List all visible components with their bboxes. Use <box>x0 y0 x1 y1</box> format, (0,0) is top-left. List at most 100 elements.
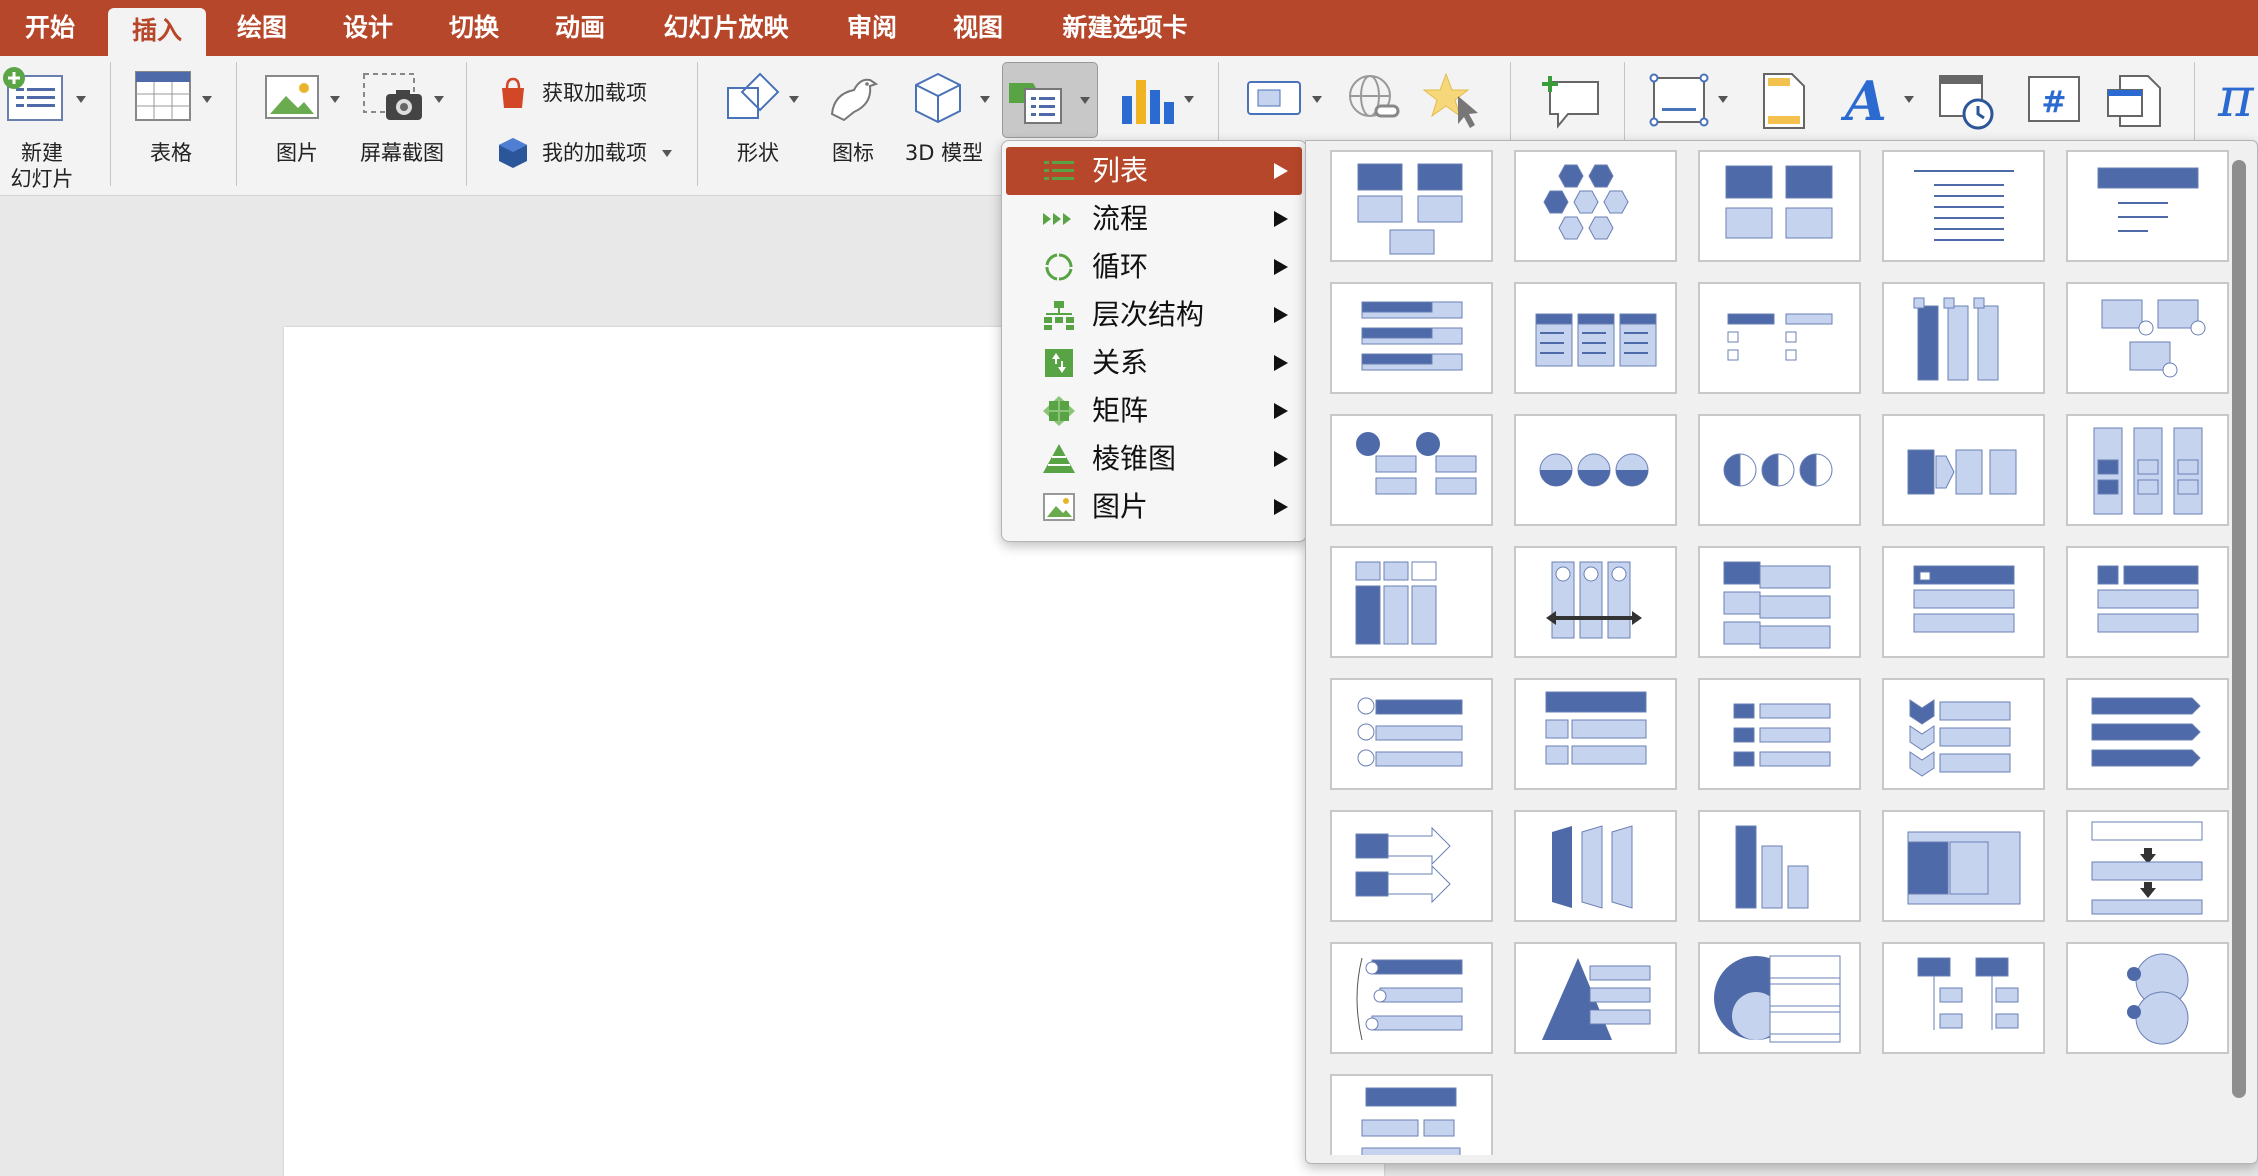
tab-home[interactable]: 开始 <box>0 0 100 56</box>
smartart-layout-preview <box>1356 957 1463 1041</box>
text-box-button[interactable] <box>1648 72 1710 128</box>
tab-animations[interactable]: 动画 <box>530 0 630 56</box>
text-box-dropdown-icon[interactable] <box>1718 96 1728 103</box>
smartart-layout-thumbnail[interactable] <box>1698 150 1861 262</box>
smartart-layout-thumbnail[interactable] <box>2066 546 2229 658</box>
smartart-layout-thumbnail[interactable] <box>1330 546 1493 658</box>
zoom-dropdown-icon[interactable] <box>1312 96 1322 103</box>
menu-item-hierarchy[interactable]: 层次结构 <box>1006 291 1302 339</box>
smartart-layout-thumbnail[interactable] <box>1882 546 2045 658</box>
smartart-layout-thumbnail[interactable] <box>1698 414 1861 526</box>
new-slide-button[interactable] <box>2 66 66 126</box>
object-button[interactable] <box>2104 72 2166 130</box>
menu-item-process[interactable]: 流程 <box>1006 195 1302 243</box>
pictures-dropdown-icon[interactable] <box>330 96 340 103</box>
menu-item-cycle[interactable]: 循环 <box>1006 243 1302 291</box>
chart-button[interactable] <box>1118 74 1178 126</box>
3d-model-button[interactable] <box>910 70 966 126</box>
icons-button[interactable] <box>824 70 880 126</box>
smartart-layout-thumbnail[interactable] <box>1698 810 1861 922</box>
smartart-layout-thumbnail[interactable] <box>1330 282 1493 394</box>
menu-item-matrix[interactable]: 矩阵 <box>1006 387 1302 435</box>
chart-dropdown-icon[interactable] <box>1184 96 1194 103</box>
smartart-layout-thumbnail[interactable] <box>1330 810 1493 922</box>
table-dropdown-icon[interactable] <box>202 96 212 103</box>
link-button[interactable] <box>1342 70 1406 130</box>
smartart-layout-thumbnail[interactable] <box>1330 150 1493 262</box>
new-slide-dropdown-icon[interactable] <box>76 96 86 103</box>
menu-item-label: 列表 <box>1092 154 1149 187</box>
smartart-layout-thumbnail[interactable] <box>1330 1074 1493 1155</box>
comment-button[interactable] <box>1534 70 1602 132</box>
smartart-layout-preview <box>2093 427 2203 515</box>
table-button[interactable] <box>134 70 192 122</box>
tab-draw[interactable]: 绘图 <box>214 0 310 56</box>
smartart-layout-thumbnail[interactable] <box>2066 414 2229 526</box>
gallery-scrollbar[interactable] <box>2232 160 2246 1098</box>
date-time-button[interactable] <box>1936 70 1996 132</box>
zoom-icon <box>1247 81 1301 115</box>
tab-new-tab[interactable]: 新建选项卡 <box>1040 0 1210 56</box>
menu-item-list[interactable]: 列表 <box>1006 147 1302 195</box>
smartart-layout-thumbnail[interactable] <box>1882 150 2045 262</box>
smartart-button[interactable] <box>1002 62 1098 138</box>
menu-item-picture[interactable]: 图片 <box>1006 483 1302 531</box>
menu-item-relationship[interactable]: 关系 <box>1006 339 1302 387</box>
equation-button[interactable]: π <box>2214 66 2258 129</box>
smartart-layout-thumbnail[interactable] <box>1514 414 1677 526</box>
header-footer-button[interactable] <box>1758 70 1810 132</box>
smartart-layout-thumbnail[interactable] <box>2066 810 2229 922</box>
gallery-scroll-area[interactable] <box>1330 150 2230 1155</box>
smartart-layout-thumbnail[interactable] <box>1514 678 1677 790</box>
smartart-layout-thumbnail[interactable] <box>2066 150 2229 262</box>
smartart-layout-thumbnail[interactable] <box>2066 942 2229 1054</box>
smartart-layout-thumbnail[interactable] <box>1882 942 2045 1054</box>
smartart-layout-thumbnail[interactable] <box>1514 150 1677 262</box>
smartart-layout-thumbnail[interactable] <box>1698 546 1861 658</box>
tab-review[interactable]: 审阅 <box>822 0 922 56</box>
smartart-layout-thumbnail[interactable] <box>1330 414 1493 526</box>
smartart-layout-thumbnail[interactable] <box>1698 282 1861 394</box>
tab-view[interactable]: 视图 <box>928 0 1028 56</box>
screenshot-dropdown-icon[interactable] <box>434 96 444 103</box>
process-icon <box>1043 213 1071 225</box>
tab-transitions[interactable]: 切换 <box>424 0 524 56</box>
smartart-layout-thumbnail[interactable] <box>1882 678 2045 790</box>
my-addins-dropdown-icon[interactable] <box>662 150 672 157</box>
smartart-dropdown-icon[interactable] <box>1080 97 1090 104</box>
3d-model-dropdown-icon[interactable] <box>980 96 990 103</box>
smartart-layout-preview <box>1542 958 1651 1040</box>
tab-insert[interactable]: 插入 <box>108 8 206 56</box>
my-addins-button[interactable] <box>496 136 532 172</box>
zoom-button[interactable] <box>1244 76 1304 120</box>
menu-item-label: 层次结构 <box>1092 298 1205 331</box>
pictures-button[interactable] <box>264 72 320 122</box>
slide-number-button[interactable]: # <box>2026 74 2082 126</box>
smartart-layout-thumbnail[interactable] <box>1514 282 1677 394</box>
smartart-layout-thumbnail[interactable] <box>1698 942 1861 1054</box>
smartart-layout-thumbnail[interactable] <box>1330 942 1493 1054</box>
smartart-layout-thumbnail[interactable] <box>1514 546 1677 658</box>
smartart-layout-thumbnail[interactable] <box>1882 282 2045 394</box>
smartart-layout-thumbnail[interactable] <box>1330 678 1493 790</box>
action-button[interactable] <box>1422 70 1486 130</box>
screenshot-button[interactable] <box>362 72 426 124</box>
shapes-button[interactable] <box>724 70 782 126</box>
menu-item-pyramid[interactable]: 棱锥图 <box>1006 435 1302 483</box>
shapes-label: 形状 <box>737 141 779 165</box>
smartart-layout-thumbnail[interactable] <box>2066 678 2229 790</box>
submenu-arrow-icon <box>1274 403 1288 419</box>
smartart-layout-thumbnail[interactable] <box>1514 810 1677 922</box>
wordart-button[interactable]: A <box>1838 68 1894 133</box>
smartart-layout-thumbnail[interactable] <box>2066 282 2229 394</box>
smartart-layout-thumbnail[interactable] <box>1882 414 2045 526</box>
cycle-icon <box>1045 253 1073 281</box>
smartart-layout-thumbnail[interactable] <box>1514 942 1677 1054</box>
shapes-dropdown-icon[interactable] <box>789 96 799 103</box>
get-addins-button[interactable] <box>496 76 532 112</box>
wordart-dropdown-icon[interactable] <box>1904 96 1914 103</box>
smartart-layout-thumbnail[interactable] <box>1698 678 1861 790</box>
tab-design[interactable]: 设计 <box>318 0 418 56</box>
tab-slideshow[interactable]: 幻灯片放映 <box>638 0 814 56</box>
smartart-layout-thumbnail[interactable] <box>1882 810 2045 922</box>
